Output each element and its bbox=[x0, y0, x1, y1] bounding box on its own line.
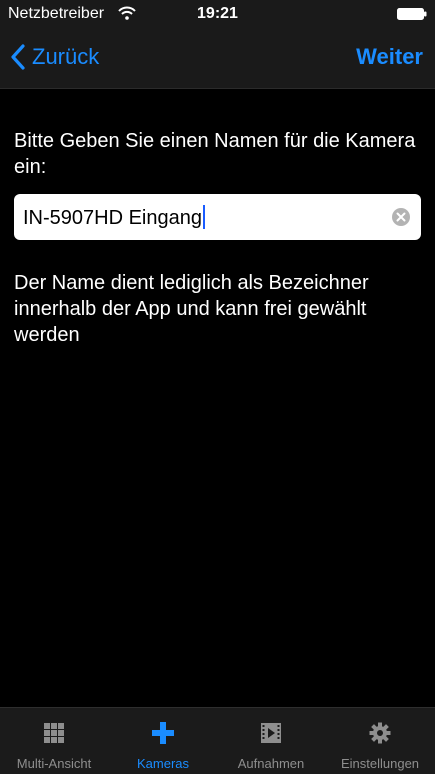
text-caret bbox=[203, 205, 205, 229]
navigation-bar: Zurück Weiter bbox=[0, 28, 435, 89]
camera-name-value[interactable]: IN-5907HD Eingang bbox=[23, 205, 205, 230]
tab-multi-ansicht[interactable]: Multi-Ansicht bbox=[0, 708, 108, 774]
grid-icon bbox=[44, 723, 64, 743]
clear-text-icon[interactable] bbox=[392, 208, 410, 226]
gear-icon bbox=[369, 722, 391, 744]
tab-bar: Multi-Ansicht Kameras Aufnahmen Einstell… bbox=[0, 707, 435, 774]
tab-label: Einstellungen bbox=[340, 756, 420, 771]
tab-label: Kameras bbox=[136, 756, 190, 771]
back-button[interactable]: Zurück bbox=[10, 42, 99, 72]
battery-icon bbox=[397, 8, 427, 20]
tab-einstellungen[interactable]: Einstellungen bbox=[326, 708, 434, 774]
plus-icon bbox=[152, 722, 174, 744]
film-icon bbox=[261, 723, 281, 743]
back-chevron-icon bbox=[11, 44, 25, 70]
status-bar: Netzbetreiber 19:21 bbox=[0, 0, 435, 28]
name-prompt: Bitte Geben Sie einen Namen für die Kame… bbox=[14, 130, 416, 178]
clock: 19:21 bbox=[197, 5, 238, 22]
tab-label: Aufnahmen bbox=[237, 756, 305, 771]
camera-name-field[interactable]: IN-5907HD Eingang bbox=[14, 194, 421, 240]
back-label: Zurück bbox=[32, 44, 100, 69]
tab-label: Multi-Ansicht bbox=[16, 756, 92, 771]
tab-kameras[interactable]: Kameras bbox=[109, 708, 217, 774]
help-text: Der Name dient lediglich als Bezeichner … bbox=[14, 272, 369, 346]
tab-aufnahmen[interactable]: Aufnahmen bbox=[217, 708, 325, 774]
next-button[interactable]: Weiter bbox=[356, 44, 423, 70]
